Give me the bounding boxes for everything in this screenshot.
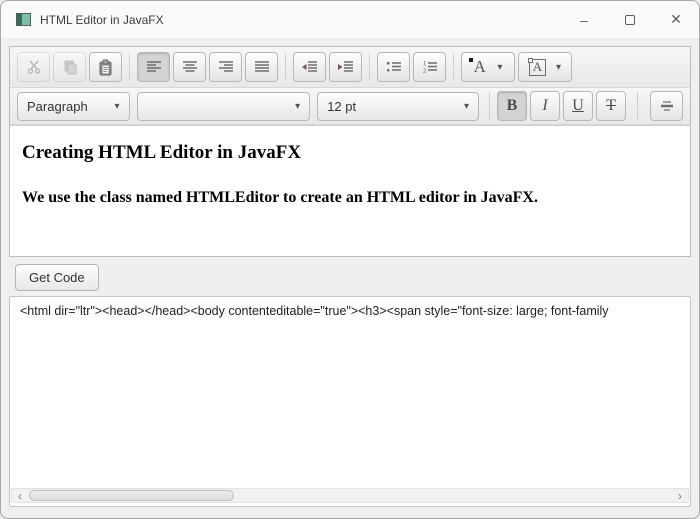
minimize-icon: –	[580, 11, 588, 28]
paragraph-format-select[interactable]: Paragraph ▾	[17, 91, 130, 121]
toolbar-separator	[453, 53, 454, 81]
window-title: HTML Editor in JavaFX	[40, 12, 164, 27]
text-color-icon: A	[468, 57, 486, 77]
toolbar-separator	[637, 92, 638, 120]
chevron-down-icon: ▾	[463, 100, 469, 112]
italic-icon: I	[542, 97, 548, 114]
indent-button[interactable]	[329, 52, 362, 82]
scroll-right-arrow-icon[interactable]: ›	[672, 489, 688, 503]
rich-text-edit-area[interactable]: Creating HTML Editor in JavaFX We use th…	[10, 125, 690, 256]
html-editor: 1 2 A ▾ A ▾ Paragraph ▾ ▾ 12 pt ▾ B I U …	[9, 46, 691, 257]
text-color-button[interactable]: A ▾	[461, 52, 515, 82]
close-icon: ✕	[670, 11, 682, 27]
editor-toolbar-top: 1 2 A ▾ A ▾	[10, 47, 690, 88]
background-color-icon: A	[527, 57, 546, 76]
close-button[interactable]: ✕	[653, 1, 699, 38]
edited-paragraph: We use the class named HTMLEditor to cre…	[22, 189, 538, 206]
scroll-left-arrow-icon[interactable]: ‹	[12, 489, 28, 503]
strikethrough-icon: T	[606, 97, 616, 114]
code-output-textarea[interactable]: <html dir="ltr"><head></head><body conte…	[9, 296, 691, 507]
copy-button[interactable]	[53, 52, 86, 82]
paste-button[interactable]	[89, 52, 122, 82]
numbered-list-icon: 1 2	[423, 62, 437, 74]
align-left-button[interactable]	[137, 52, 170, 82]
align-right-button[interactable]	[209, 52, 242, 82]
font-size-value: 12 pt	[327, 98, 357, 114]
outdent-button[interactable]	[293, 52, 326, 82]
chevron-down-icon: ▾	[295, 100, 301, 112]
maximize-button[interactable]	[607, 1, 653, 38]
chevron-down-icon: ▾	[497, 61, 503, 73]
svg-text:1: 1	[423, 62, 427, 68]
italic-button[interactable]: I	[530, 91, 560, 121]
cut-icon	[27, 60, 40, 74]
horizontal-rule-icon	[660, 101, 673, 111]
cut-button[interactable]	[17, 52, 50, 82]
horizontal-scrollbar[interactable]: ‹ ›	[11, 488, 689, 503]
bulleted-list-button[interactable]	[377, 52, 410, 82]
underline-icon: U	[572, 97, 584, 114]
outdent-icon	[302, 61, 317, 72]
bold-icon: B	[506, 97, 518, 114]
chevron-down-icon: ▾	[114, 100, 120, 112]
align-justify-button[interactable]	[245, 52, 278, 82]
toolbar-separator	[369, 53, 370, 81]
get-code-button[interactable]: Get Code	[15, 264, 99, 291]
title-bar: HTML Editor in JavaFX – ✕	[1, 1, 699, 39]
code-output-text: <html dir="ltr"><head></head><body conte…	[20, 304, 609, 318]
paragraph-format-value: Paragraph	[27, 98, 88, 114]
scrollbar-thumb[interactable]	[29, 490, 234, 501]
chevron-down-icon: ▾	[555, 61, 561, 73]
font-size-select[interactable]: 12 pt ▾	[317, 91, 479, 121]
align-center-icon	[182, 61, 197, 72]
strikethrough-button[interactable]: T	[596, 91, 626, 121]
toolbar-separator	[285, 53, 286, 81]
toolbar-separator	[129, 53, 130, 81]
copy-icon	[64, 60, 76, 75]
toolbar-separator	[489, 92, 490, 120]
window-controls: – ✕	[561, 1, 699, 38]
maximize-icon	[625, 14, 635, 25]
align-center-button[interactable]	[173, 52, 206, 82]
indent-icon	[338, 61, 353, 72]
minimize-button[interactable]: –	[561, 1, 607, 38]
app-window: HTML Editor in JavaFX – ✕ 1 2 A ▾ A ▾ Pa…	[0, 0, 700, 519]
align-right-icon	[218, 61, 233, 72]
edited-heading: Creating HTML Editor in JavaFX	[22, 142, 302, 163]
align-justify-icon	[254, 61, 269, 72]
paste-icon	[99, 59, 112, 75]
numbered-list-button[interactable]: 1 2	[413, 52, 446, 82]
underline-button[interactable]: U	[563, 91, 593, 121]
align-left-icon	[146, 61, 161, 72]
app-icon	[16, 13, 31, 26]
background-color-button[interactable]: A ▾	[518, 52, 572, 82]
horizontal-rule-button[interactable]	[650, 91, 683, 121]
svg-text:2: 2	[423, 69, 427, 74]
font-family-select[interactable]: ▾	[136, 91, 311, 121]
editor-toolbar-bottom: Paragraph ▾ ▾ 12 pt ▾ B I U T	[10, 88, 690, 125]
bold-button[interactable]: B	[497, 91, 527, 121]
bulleted-list-icon	[386, 62, 401, 72]
